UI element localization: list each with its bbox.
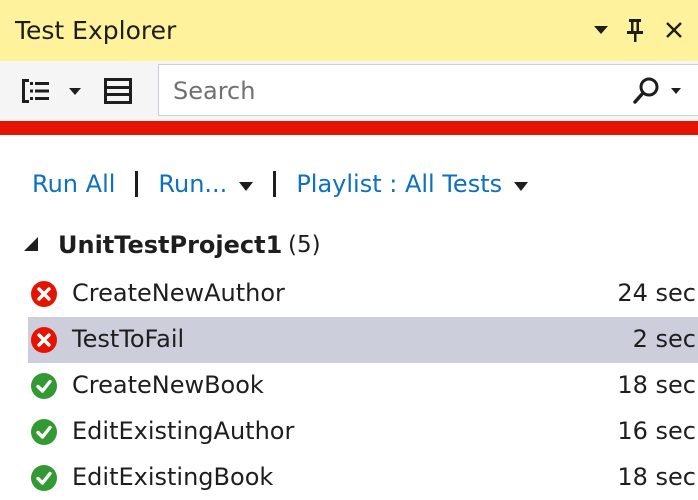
test-row[interactable]: CreateNewBook 18 sec	[0, 363, 698, 409]
test-group-header[interactable]: UnitTestProject1 (5)	[0, 226, 698, 266]
chevron-down-icon	[69, 87, 81, 95]
test-row[interactable]: EditExistingAuthor 16 sec	[0, 409, 698, 455]
toolbar	[0, 61, 698, 121]
expand-triangle-icon[interactable]	[22, 235, 40, 253]
run-menu-label: Run...	[158, 170, 228, 198]
test-name: CreateNewAuthor	[72, 279, 285, 307]
command-bar: Run All Run... Playlist : All Tests	[32, 166, 529, 202]
chevron-down-icon	[594, 26, 608, 34]
chevron-down-icon	[671, 88, 681, 94]
playlist-menu-label: Playlist : All Tests	[296, 170, 503, 198]
test-duration: 18 sec	[617, 371, 696, 399]
close-button[interactable]	[659, 12, 689, 48]
test-row[interactable]: TestToFail 2 sec	[28, 317, 698, 363]
test-name: TestToFail	[72, 325, 185, 353]
test-passed-icon	[31, 419, 57, 445]
run-menu-link[interactable]: Run...	[158, 170, 254, 198]
search-box	[158, 64, 698, 116]
test-row[interactable]: EditExistingBook 18 sec	[0, 455, 698, 500]
test-name: EditExistingAuthor	[72, 417, 295, 445]
test-failed-icon	[31, 281, 57, 307]
search-icon	[633, 77, 659, 104]
pin-icon	[627, 19, 643, 42]
window-title: Test Explorer	[15, 16, 177, 45]
separator	[273, 171, 277, 197]
test-failed-icon	[31, 327, 57, 353]
group-by-dropdown[interactable]	[62, 74, 88, 108]
search-input[interactable]	[173, 74, 573, 108]
test-passed-icon	[31, 373, 57, 399]
playlist-menu-link[interactable]: Playlist : All Tests	[296, 170, 529, 198]
close-icon	[666, 22, 682, 38]
test-explorer-window: Test Explorer Search Run All Run... Play…	[0, 0, 698, 500]
group-count: (5)	[288, 232, 321, 258]
pin-button[interactable]	[620, 12, 650, 48]
playlist-button[interactable]	[96, 74, 140, 108]
chevron-down-icon	[239, 182, 254, 191]
test-duration: 18 sec	[617, 463, 696, 491]
test-duration: 2 sec	[632, 325, 696, 353]
playlist-icon	[104, 78, 132, 104]
group-by-button[interactable]	[14, 74, 58, 108]
test-name: EditExistingBook	[72, 463, 274, 491]
chevron-down-icon	[514, 182, 529, 191]
group-by-icon	[22, 79, 49, 103]
search-button[interactable]	[632, 71, 692, 111]
test-name: CreateNewBook	[72, 371, 264, 399]
test-duration: 16 sec	[617, 417, 696, 445]
separator	[135, 171, 139, 197]
test-row[interactable]: CreateNewAuthor 24 sec	[0, 271, 698, 317]
test-duration: 24 sec	[617, 279, 696, 307]
group-name: UnitTestProject1	[58, 231, 283, 259]
run-all-link[interactable]: Run All	[32, 170, 115, 198]
title-bar: Test Explorer	[0, 0, 698, 61]
progress-fill	[0, 121, 698, 135]
window-menu-button[interactable]	[586, 12, 616, 48]
test-progress-bar	[0, 121, 698, 135]
test-passed-icon	[31, 465, 57, 491]
